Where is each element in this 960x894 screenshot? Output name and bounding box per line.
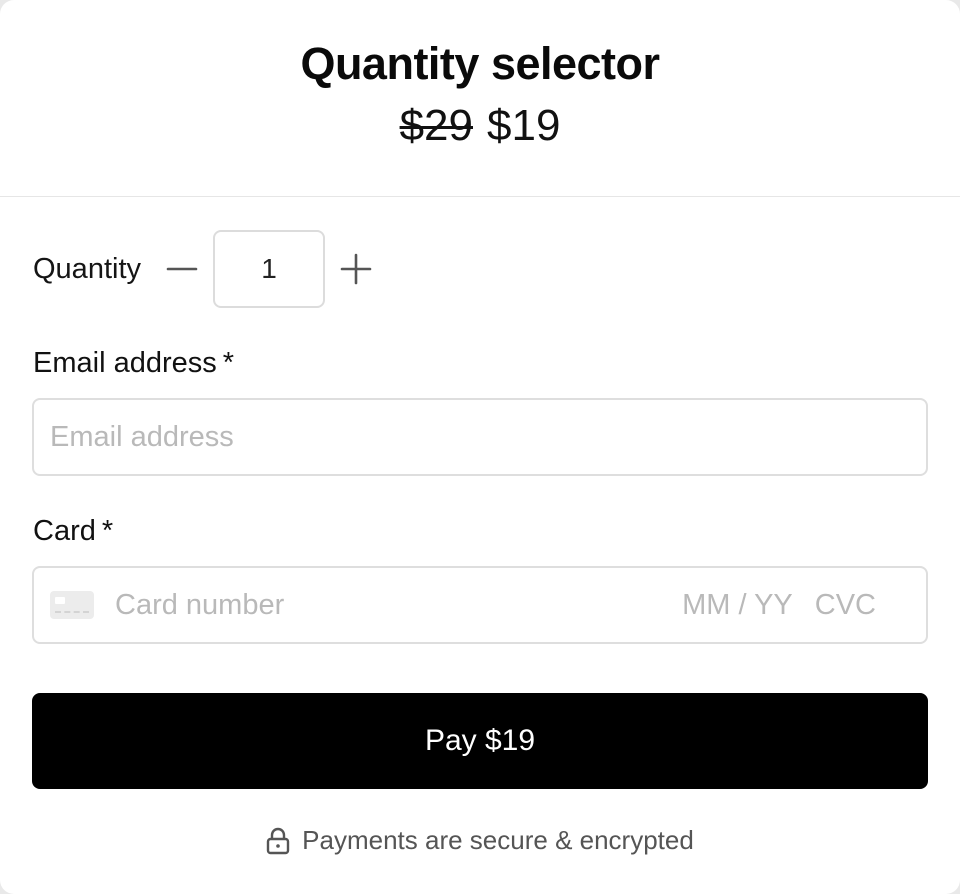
email-label-text: Email address	[33, 347, 217, 379]
card-expiry-placeholder[interactable]: MM / YY	[682, 589, 793, 622]
card-label-text: Card	[33, 515, 96, 547]
checkout-header: Quantity selector $29 $19	[0, 0, 960, 197]
checkout-card: Quantity selector $29 $19 Quantity Emai	[0, 0, 960, 894]
card-required-mark: *	[101, 515, 114, 547]
card-number-placeholder[interactable]: Card number	[115, 589, 682, 622]
pay-button[interactable]: Pay $19	[32, 693, 928, 789]
secure-text: Payments are secure & encrypted	[302, 825, 694, 855]
sale-price: $19	[487, 101, 561, 150]
secure-note: Payments are secure & encrypted	[32, 825, 928, 856]
quantity-row: Quantity	[33, 230, 373, 308]
page-title: Quantity selector	[300, 38, 660, 89]
card-label: Card *	[33, 515, 113, 548]
email-field[interactable]	[32, 398, 928, 476]
card-cvc-placeholder[interactable]: CVC	[815, 589, 876, 622]
email-label: Email address *	[33, 347, 234, 380]
email-required-mark: *	[222, 347, 235, 379]
credit-card-icon	[50, 591, 94, 619]
lock-icon	[266, 827, 290, 855]
quantity-input[interactable]	[213, 230, 325, 308]
minus-icon	[166, 267, 198, 271]
decrement-button[interactable]	[165, 252, 199, 286]
plus-icon	[340, 253, 372, 285]
quantity-label: Quantity	[33, 252, 141, 285]
increment-button[interactable]	[339, 252, 373, 286]
price-row: $29 $19	[400, 102, 561, 150]
original-price: $29	[399, 101, 473, 150]
card-field[interactable]: Card number MM / YY CVC	[32, 566, 928, 644]
